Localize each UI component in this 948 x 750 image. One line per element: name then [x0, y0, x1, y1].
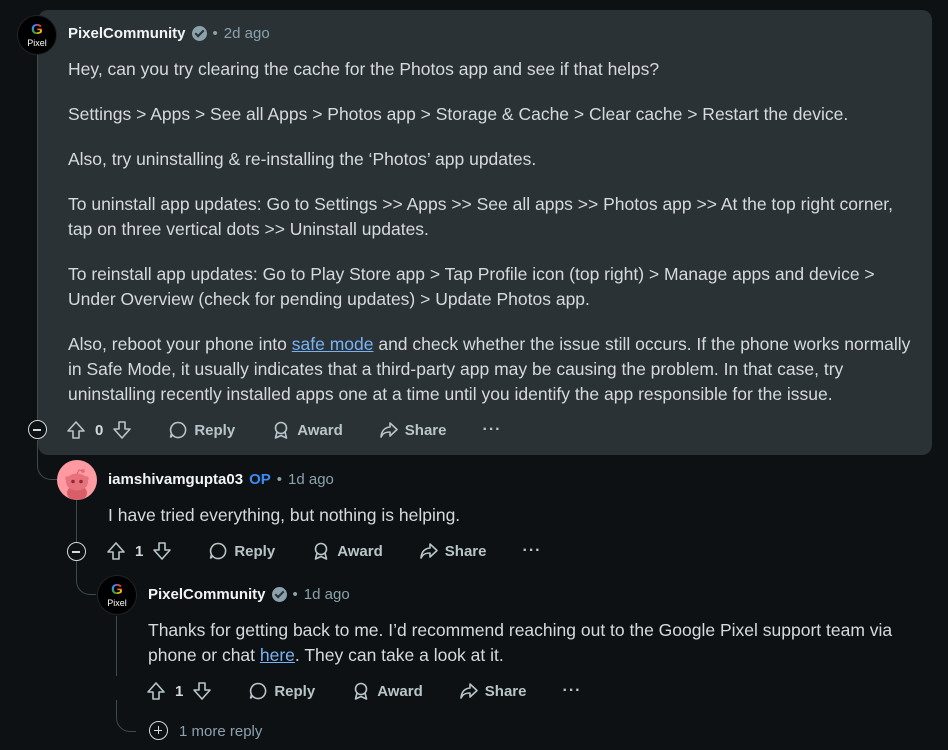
collapse-thread-button[interactable]: [28, 420, 47, 439]
op-badge: OP: [249, 471, 271, 488]
paragraph-text: . They can take a look at it.: [294, 645, 504, 665]
timestamp[interactable]: 2d ago: [224, 25, 270, 42]
award-label: Award: [377, 682, 423, 700]
comment-paragraph: Also, try uninstalling & re-installing t…: [68, 149, 537, 169]
avatar-iamshivamgupta03[interactable]: [57, 460, 97, 500]
avatar-label: Pixel: [27, 37, 47, 48]
vote-box: 1: [146, 681, 212, 701]
thread-line-reply: [116, 616, 117, 676]
google-logo-icon: G: [31, 20, 43, 38]
comment-text: I have tried everything, but nothing is …: [108, 505, 461, 525]
award-button[interactable]: Award: [271, 420, 343, 440]
share-button[interactable]: Share: [459, 681, 527, 701]
more-options-icon[interactable]: ···: [482, 422, 501, 438]
share-label: Share: [484, 682, 527, 700]
more-options-icon[interactable]: ···: [522, 543, 541, 559]
collapse-thread-button[interactable]: [67, 542, 86, 561]
timestamp[interactable]: 1d ago: [304, 586, 350, 603]
more-replies-link[interactable]: 1 more reply: [179, 723, 262, 740]
support-here-link[interactable]: here: [260, 645, 295, 665]
award-icon: [354, 682, 368, 700]
downvote-icon[interactable]: [112, 420, 132, 440]
comment-actions: 0 Reply Award Share ···: [66, 418, 501, 442]
comment-text: Thanks for getting back to me. I’d recom…: [148, 618, 918, 668]
vote-count: 1: [135, 542, 144, 560]
username-link[interactable]: iamshivamgupta03: [108, 471, 243, 488]
downvote-icon[interactable]: [152, 541, 172, 561]
reply-label: Reply: [234, 542, 276, 560]
vote-box: 1: [106, 541, 172, 561]
comment-header: iamshivamgupta03 OP • 1d ago: [108, 471, 334, 488]
comment-bubble-icon: [170, 421, 187, 439]
safe-mode-link[interactable]: safe mode: [292, 334, 374, 354]
reply-label: Reply: [274, 682, 316, 700]
award-button[interactable]: Award: [311, 541, 383, 561]
downvote-icon[interactable]: [192, 681, 212, 701]
vote-count: 1: [175, 682, 184, 700]
share-icon: [379, 422, 398, 438]
award-button[interactable]: Award: [351, 681, 423, 701]
share-icon: [419, 543, 438, 559]
reply-button[interactable]: Reply: [168, 420, 235, 440]
separator-dot: •: [292, 586, 298, 603]
comment-paragraph: To uninstall app updates: Go to Settings…: [68, 194, 894, 239]
timestamp[interactable]: 1d ago: [288, 471, 334, 488]
award-icon: [314, 542, 328, 560]
share-icon: [459, 683, 478, 699]
paragraph-text: Also, reboot your phone into: [68, 334, 292, 354]
share-label: Share: [444, 542, 487, 560]
share-label: Share: [404, 421, 447, 439]
comment-paragraph: Also, reboot your phone into safe mode a…: [68, 332, 918, 407]
comment-actions: 1 Reply Award Share ···: [146, 679, 581, 703]
verified-icon: [271, 587, 287, 602]
upvote-icon[interactable]: [66, 420, 86, 440]
more-options-icon[interactable]: ···: [562, 683, 581, 699]
vote-box: 0: [66, 420, 132, 440]
upvote-icon[interactable]: [106, 541, 126, 561]
thread-line-connector-3: [116, 700, 136, 732]
share-button[interactable]: Share: [379, 420, 447, 440]
expand-replies-icon[interactable]: [149, 721, 168, 740]
separator-dot: •: [212, 25, 218, 42]
verified-icon: [191, 26, 207, 41]
share-button[interactable]: Share: [419, 541, 487, 561]
username-link[interactable]: PixelCommunity: [148, 586, 266, 603]
upvote-icon[interactable]: [146, 681, 166, 701]
comment-paragraph: To reinstall app updates: Go to Play Sto…: [68, 264, 875, 309]
google-logo-icon: G: [111, 580, 123, 598]
avatar-label: Pixel: [107, 597, 127, 608]
award-icon: [274, 421, 288, 439]
comment-actions: 1 Reply Award Share ···: [106, 539, 541, 563]
award-label: Award: [337, 542, 383, 560]
reply-button[interactable]: Reply: [248, 681, 315, 701]
reply-label: Reply: [194, 421, 236, 439]
thread-line-connector-2: [76, 560, 96, 595]
vote-count: 0: [95, 421, 104, 439]
comment-bubble-icon: [210, 542, 227, 560]
comment-header: PixelCommunity • 1d ago: [148, 586, 350, 603]
separator-dot: •: [276, 471, 283, 488]
snoo-avatar-icon: [65, 469, 89, 500]
reply-button[interactable]: Reply: [208, 541, 275, 561]
comment-paragraph: Hey, can you try clearing the cache for …: [68, 59, 660, 79]
thread-line-op: [76, 500, 77, 542]
avatar-pixelcommunity[interactable]: G Pixel: [97, 575, 137, 615]
comment-header: PixelCommunity • 2d ago: [68, 25, 270, 42]
award-label: Award: [297, 421, 343, 439]
comment-paragraph: Settings > Apps > See all Apps > Photos …: [68, 104, 849, 124]
comment-bubble-icon: [250, 682, 267, 700]
username-link[interactable]: PixelCommunity: [68, 25, 186, 42]
avatar-pixelcommunity[interactable]: G Pixel: [17, 15, 57, 55]
